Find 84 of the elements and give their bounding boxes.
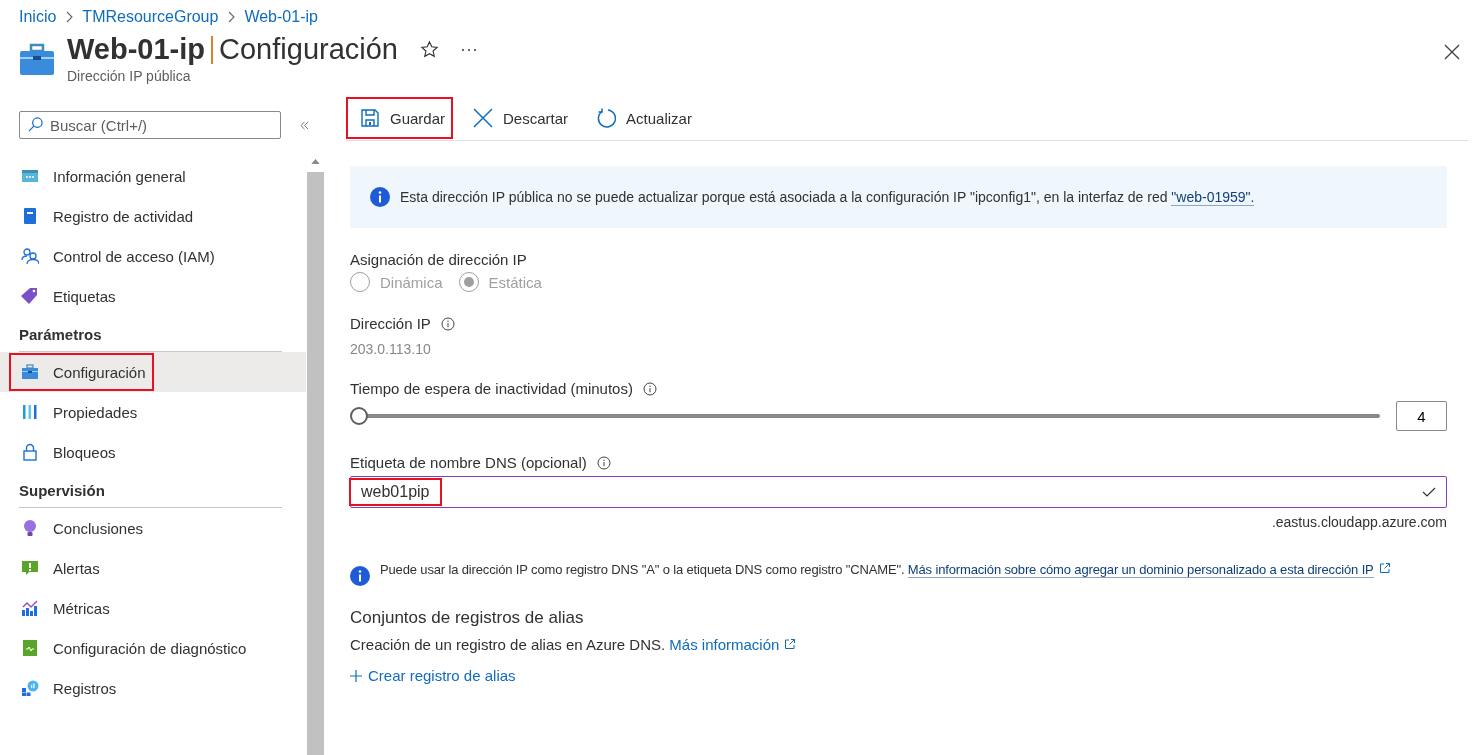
slider[interactable] bbox=[350, 406, 1380, 426]
star-icon[interactable] bbox=[420, 40, 439, 59]
nav-item-label: Etiquetas bbox=[53, 287, 116, 305]
tag-icon bbox=[21, 287, 39, 305]
window-icon bbox=[21, 167, 39, 185]
alert-icon bbox=[21, 559, 39, 577]
dns-field[interactable]: web01pip bbox=[350, 476, 1447, 508]
info-icon[interactable] bbox=[596, 455, 611, 470]
nav-item-label: Información general bbox=[53, 167, 186, 185]
nav-item-label: Configuración bbox=[53, 363, 146, 381]
ip-address-value: 203.0.113.10 bbox=[350, 341, 432, 357]
learn-more-link[interactable]: Más información bbox=[669, 636, 780, 653]
section-description: Creación de un registro de alias en Azure DNS. Más información bbox=[350, 636, 1447, 653]
nav-item-label: Propiedades bbox=[53, 403, 138, 421]
nav-item-label: Control de acceso (IAM) bbox=[53, 247, 215, 265]
close-icon[interactable] bbox=[1444, 44, 1460, 60]
nav-item[interactable]: Conclusiones bbox=[0, 508, 306, 548]
number-field[interactable]: 4 bbox=[1396, 401, 1447, 431]
info-message: Puede usar la dirección IP como registro DNS "A" o la etiqueta DNS como registro "CNAME". Más información sobre cómo agregar un dominio personalizado a esta dirección IP bbox=[380, 560, 1391, 579]
nav-item-label: Alertas bbox=[53, 559, 100, 577]
chart-icon bbox=[21, 599, 39, 617]
chevron-right-icon bbox=[227, 10, 236, 23]
search-icon bbox=[28, 117, 43, 132]
section-heading: Conjuntos de registros de alias bbox=[350, 608, 585, 628]
page-title: Web-01-ip Configuración bbox=[67, 33, 398, 66]
field-label: Dirección IP bbox=[350, 315, 431, 332]
nav-item-label: Configuración de diagnóstico bbox=[53, 639, 247, 657]
toolbar-button[interactable]: Descartar bbox=[459, 97, 577, 139]
info-icon bbox=[370, 187, 390, 207]
scroll-up-icon[interactable] bbox=[310, 159, 320, 164]
external-link-icon bbox=[1378, 562, 1391, 574]
more-icon[interactable] bbox=[461, 47, 477, 52]
nav-item[interactable]: Información general bbox=[0, 156, 306, 196]
close-icon bbox=[473, 108, 494, 128]
nav-item-label: Conclusiones bbox=[53, 519, 144, 537]
info-icon[interactable] bbox=[642, 381, 657, 396]
bars-icon bbox=[21, 403, 39, 421]
nav-item-label: Bloqueos bbox=[53, 443, 116, 461]
info-icon bbox=[350, 566, 370, 586]
nic-link[interactable]: "web-01959". bbox=[1171, 189, 1255, 206]
briefcase-icon bbox=[21, 363, 39, 381]
nav-item[interactable]: Etiquetas bbox=[0, 276, 306, 316]
nav-item[interactable]: Propiedades bbox=[0, 392, 306, 432]
domain-suffix: .eastus.cloudapp.azure.com bbox=[1270, 514, 1447, 530]
save-icon bbox=[360, 108, 380, 128]
nav-item[interactable]: Métricas bbox=[0, 588, 306, 628]
nav-item[interactable]: Alertas bbox=[0, 548, 306, 588]
info-message: Esta dirección IP pública no se puede actualizar porque está asociada a la configuración IP "ipconfig1", en la interfaz de red "web-01959". bbox=[400, 189, 1255, 205]
nav-item-label: Registro de actividad bbox=[53, 207, 194, 225]
breadcrumb-link[interactable]: Web-01-ip bbox=[244, 7, 318, 26]
lock-icon bbox=[21, 443, 39, 461]
learn-more-link[interactable]: Más información sobre cómo agregar un dominio personalizado a esta dirección IP bbox=[907, 562, 1374, 578]
toolbar-button[interactable]: Actualizar bbox=[582, 97, 700, 139]
logs-icon bbox=[21, 679, 39, 697]
nav-item[interactable]: Configuración de diagnóstico bbox=[0, 628, 306, 668]
breadcrumb-link[interactable]: Inicio bbox=[19, 7, 57, 26]
plus-icon bbox=[350, 669, 362, 682]
briefcase-icon bbox=[19, 42, 55, 78]
field-label: Tiempo de espera de inactividad (minutos) bbox=[350, 380, 633, 397]
chevron-right-icon bbox=[65, 10, 74, 23]
nav-item-label: Métricas bbox=[53, 599, 110, 617]
external-link-icon bbox=[784, 638, 797, 650]
collapse-icon[interactable] bbox=[299, 120, 310, 130]
slider-thumb[interactable] bbox=[350, 407, 368, 425]
nav-item[interactable]: Control de acceso (IAM) bbox=[0, 236, 306, 276]
refresh-icon bbox=[596, 108, 617, 128]
nav-item[interactable]: Registro de actividad bbox=[0, 196, 306, 236]
field-label: Etiqueta de nombre DNS (opcional) bbox=[350, 454, 587, 471]
toolbar-button[interactable]: Guardar bbox=[346, 97, 454, 139]
search-field[interactable]: Buscar (Ctrl+/) bbox=[19, 111, 281, 139]
field-label: Asignación de dirección IP bbox=[350, 251, 528, 268]
nav-item-label: Registros bbox=[53, 679, 117, 697]
page-subtitle: Dirección IP pública bbox=[67, 68, 192, 84]
info-icon[interactable] bbox=[440, 316, 455, 331]
lightbulb-icon bbox=[21, 519, 39, 537]
nav-item[interactable]: Bloqueos bbox=[0, 432, 306, 472]
book-icon bbox=[21, 207, 39, 225]
create-alias-button[interactable]: Crear registro de alias bbox=[350, 667, 516, 684]
nav-item[interactable]: Registros bbox=[0, 668, 306, 708]
breadcrumb-link[interactable]: TMResourceGroup bbox=[82, 7, 219, 26]
section-heading: Supervisión bbox=[19, 482, 282, 508]
people-icon bbox=[21, 247, 39, 265]
nav-item[interactable]: Configuración bbox=[0, 352, 306, 392]
book-icon bbox=[21, 639, 39, 657]
